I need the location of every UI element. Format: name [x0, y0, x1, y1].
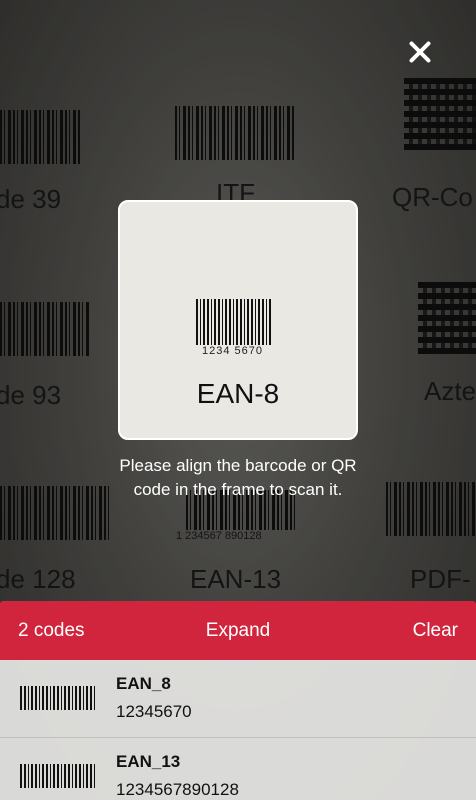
results-panel: Expand 2 codes Clear EAN_8 12345670 EAN_… — [0, 601, 476, 800]
barcode-icon — [20, 686, 96, 710]
close-icon[interactable] — [404, 36, 436, 68]
result-value: 1234567890128 — [116, 780, 239, 799]
codes-count: 2 codes — [18, 620, 85, 641]
result-value: 12345670 — [116, 702, 192, 721]
result-type: EAN_8 — [116, 674, 171, 693]
results-list: EAN_8 12345670 EAN_13 1234567890128 — [0, 660, 476, 800]
clear-button[interactable]: Clear — [413, 620, 458, 642]
barcode-image — [196, 299, 272, 345]
result-item[interactable]: EAN_13 1234567890128 — [0, 738, 476, 800]
results-header: Expand 2 codes Clear — [0, 601, 476, 660]
result-item[interactable]: EAN_8 12345670 — [0, 660, 476, 738]
result-type: EAN_13 — [116, 752, 181, 771]
scan-instructions: Please align the barcode or QR code in t… — [119, 456, 357, 499]
scan-frame: 1234 5670 EAN-8 — [118, 200, 358, 440]
barcode-label: EAN-8 — [196, 378, 280, 409]
barcode-icon — [20, 764, 96, 788]
barcode-digits: 1234 5670 — [202, 345, 263, 357]
